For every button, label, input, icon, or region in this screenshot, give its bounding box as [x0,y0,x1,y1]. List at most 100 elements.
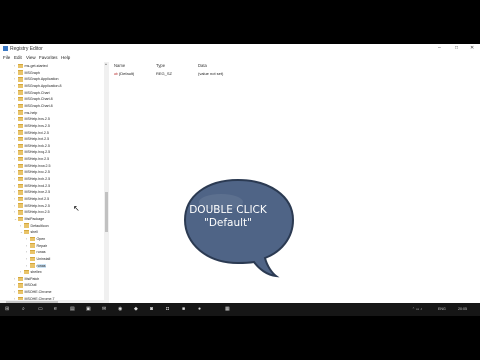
tree-item[interactable]: › MSHelp.hxw.2.5 [14,163,50,169]
tree-item[interactable]: › runas [26,249,46,255]
folder-icon [18,117,23,122]
tree-item-label: MSHelp.hxe.2.5 [24,190,51,195]
folder-icon [30,243,35,248]
task-view-icon[interactable]: ▭ [38,306,43,312]
tree-item-label: MSHelp.hxr.2.5 [24,157,50,162]
folder-icon [18,196,23,202]
tree-item[interactable]: › MSGraph.Application.8 [14,83,61,89]
folder-icon [18,170,23,175]
mail-icon[interactable]: ✉ [102,306,106,312]
tree-item[interactable]: › MSHelp.hxr.2.5 [14,156,49,162]
tree-item[interactable]: › MSHelp.hxs.2.5 [14,116,50,122]
tree-item[interactable]: › MSHelp.hxe.2.5 [14,189,50,195]
string-value-icon: ab [114,72,118,76]
app-icon[interactable]: ◉ [118,306,122,312]
folder-icon [18,97,23,102]
tree-item[interactable]: › MSHelp.hxs.2.5 [14,203,50,209]
tree-item[interactable]: › MSHelp.hxs.2.5 [14,123,50,129]
tree-item[interactable]: › ms-help [14,110,37,116]
tray-icons[interactable]: ⌃ ▭ ♪ [412,307,422,311]
tree-item[interactable]: › MSHelp.hxh.2.5 [14,176,50,182]
tree-item-label: MsiPackage [24,216,45,221]
tree-item[interactable]: › MSHelp.hxk.2.5 [14,143,50,149]
tree-item[interactable]: › ms-get-started [14,63,48,69]
tray-clock[interactable]: 20:05 [458,307,467,311]
tree-item[interactable]: › shellex [20,269,42,275]
tree-item[interactable]: ⌄ shell [20,229,38,235]
tree-item[interactable]: › MSHelp.hxi.2.5 [14,130,49,136]
scroll-thumb[interactable] [105,192,108,232]
tree-item[interactable]: › MSHelp.hxc.2.5 [14,169,50,175]
store-icon[interactable]: ▣ [86,306,91,312]
tree-item[interactable]: › MSOHE.Chrome [14,289,51,295]
app-icon[interactable]: ◙ [150,306,153,312]
window-title: Registry Editor [10,45,43,52]
folder-icon [24,230,29,235]
folder-icon [18,216,23,222]
minimize-button[interactable]: – [438,45,441,51]
tree-item[interactable]: › MSGraph.Chart.8 [14,103,53,109]
tree-item-label: MSHelp.hxs.2.5 [24,117,50,122]
tree-item[interactable]: › MSHelp.hxf.2.5 [14,196,49,202]
tree-item[interactable]: › Open [26,236,45,242]
menu-file[interactable]: File [3,55,10,60]
scroll-up-icon[interactable]: ▲ [105,62,108,66]
tree-item[interactable]: › MSHelp.hxv.2.5 [14,209,50,215]
tree-item[interactable]: › MsiPatch [14,276,39,282]
tree-item-label: MSOutl [24,283,37,288]
tree-item[interactable]: › MSGraph.Chart.8 [14,96,53,102]
tree-item-label: MSGraph.Chart.8 [24,103,53,108]
tree-vertical-scrollbar[interactable]: ▲ ▼ [104,62,109,308]
tree-item-label: MSHelp.hxt.2.5 [24,137,50,142]
tray-language[interactable]: ENG [438,307,446,311]
tree-item[interactable]: › MSHelp.hxd.2.5 [14,183,50,189]
tree-item[interactable]: › MSGraph [14,70,40,76]
app-icon[interactable]: ◆ [134,306,138,312]
tree-item-label: MSHelp.hxs.2.5 [24,203,50,208]
maximize-button[interactable]: □ [455,45,458,51]
folder-icon [18,156,23,162]
tree-item[interactable]: › MSGraph.Application [14,76,58,82]
folder-icon [18,176,23,182]
folder-icon [30,256,35,262]
app-icon[interactable]: ■ [182,306,185,312]
column-type[interactable]: Type [156,63,165,68]
folder-icon [18,276,23,282]
folder-icon [18,63,23,69]
registry-tree[interactable]: › ms-get-started › MSGraph › MSGraph.Applicat… [0,62,105,308]
tree-item-label: MSHelp.hxw.2.5 [24,163,51,168]
app-icon[interactable]: ● [198,306,201,312]
registry-taskbar-icon[interactable]: ▦ [225,306,230,312]
tree-item[interactable]: › MSHelp.hxq.2.5 [14,149,50,155]
close-button[interactable]: ✕ [470,45,474,51]
edge-icon[interactable]: e [54,306,57,312]
file-explorer-icon[interactable]: ▤ [70,306,75,312]
menu-view[interactable]: View [26,55,36,60]
folder-icon [18,90,23,95]
tree-item[interactable]: › runas [26,263,46,269]
column-name[interactable]: Name [114,63,125,68]
search-icon[interactable]: ⌕ [22,306,25,312]
menu-help[interactable]: Help [61,55,70,60]
tree-item-label: Open [36,236,46,241]
folder-icon [18,70,23,75]
tree-item-label: MSHelp.hxv.2.5 [24,210,50,215]
title-bar: Registry Editor – □ ✕ [0,44,480,53]
menu-edit[interactable]: Edit [14,55,22,60]
tree-item[interactable]: ⌄ MsiPackage [14,216,44,222]
folder-icon [18,110,23,115]
menu-favorites[interactable]: Favorites [39,55,58,60]
column-data[interactable]: Data [198,63,207,68]
tree-item[interactable]: › MSOutl [14,282,36,288]
value-data: (value not set) [198,71,224,76]
tree-item-label: MSHelp.hxk.2.5 [24,143,50,148]
app-icon[interactable]: ◘ [166,306,169,312]
value-name[interactable]: ab (Default) [114,71,134,76]
tree-item[interactable]: › Uninstall [26,256,50,262]
tree-item[interactable]: › MSHelp.hxt.2.5 [14,136,49,142]
tree-item[interactable]: › MSGraph.Chart [14,90,50,96]
folder-icon [18,130,23,135]
tree-item[interactable]: › DefaultIcon [20,223,49,229]
windows-icon[interactable]: ⊞ [5,306,9,312]
tree-item[interactable]: › Repair [26,243,47,249]
